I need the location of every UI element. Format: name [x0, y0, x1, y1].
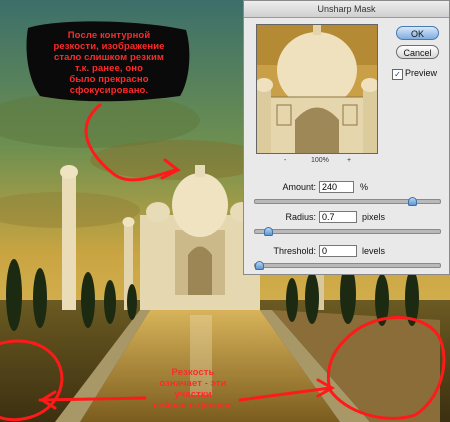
- dialog-title[interactable]: Unsharp Mask: [244, 1, 449, 18]
- threshold-label: Threshold:: [273, 246, 316, 256]
- threshold-slider[interactable]: [254, 261, 441, 270]
- threshold-input[interactable]: [319, 245, 357, 257]
- amount-slider[interactable]: [254, 197, 441, 206]
- annotation-top-line: т.к. ранее, оно: [74, 63, 143, 74]
- amount-slider-thumb[interactable]: [408, 197, 418, 206]
- radius-label: Radius:: [285, 212, 316, 222]
- annotation-bottom-line: сейчас в фокусе: [153, 400, 233, 411]
- threshold-unit: levels: [362, 246, 386, 256]
- annotation-bottom-line: означает - эти: [159, 378, 227, 389]
- zoom-level: 100%: [311, 157, 329, 164]
- annotation-top-line: После контурной: [67, 30, 151, 41]
- annotation-top-line: резкости, изображение: [53, 41, 165, 52]
- annotation-top-line: было прекрасно сфокусировано.: [69, 74, 149, 96]
- preview-image: [257, 25, 377, 153]
- annotation-top-text: После контурной резкости, изображение ст…: [34, 30, 184, 96]
- radius-input[interactable]: [319, 211, 357, 223]
- annotation-bottom-line: Резкость: [171, 367, 215, 378]
- unsharp-mask-dialog: Unsharp Mask - 100% + OK Cancel ✓ Previe…: [243, 0, 450, 275]
- preview-label: Preview: [405, 68, 438, 78]
- checkmark-icon: ✓: [394, 70, 401, 79]
- preview-checkbox[interactable]: ✓: [392, 69, 403, 80]
- cancel-button[interactable]: Cancel: [396, 45, 439, 59]
- threshold-slider-thumb[interactable]: [255, 261, 264, 270]
- annotation-bottom-line: участки: [174, 389, 212, 400]
- radius-unit: pixels: [362, 212, 386, 222]
- amount-unit: %: [360, 182, 369, 192]
- zoom-in-button[interactable]: +: [347, 157, 351, 164]
- radius-slider-thumb[interactable]: [263, 227, 273, 236]
- amount-label: Amount:: [282, 182, 316, 192]
- ok-button[interactable]: OK: [396, 26, 439, 40]
- preview-thumbnail[interactable]: [256, 24, 378, 154]
- annotation-top-line: стало слишком резким: [53, 52, 165, 63]
- zoom-out-button[interactable]: -: [284, 157, 286, 164]
- amount-input[interactable]: [319, 181, 354, 193]
- zoom-controls: - 100% +: [256, 157, 378, 169]
- radius-slider[interactable]: [254, 227, 441, 236]
- annotation-bottom-text: Резкость означает - эти участки сейчас в…: [149, 367, 237, 411]
